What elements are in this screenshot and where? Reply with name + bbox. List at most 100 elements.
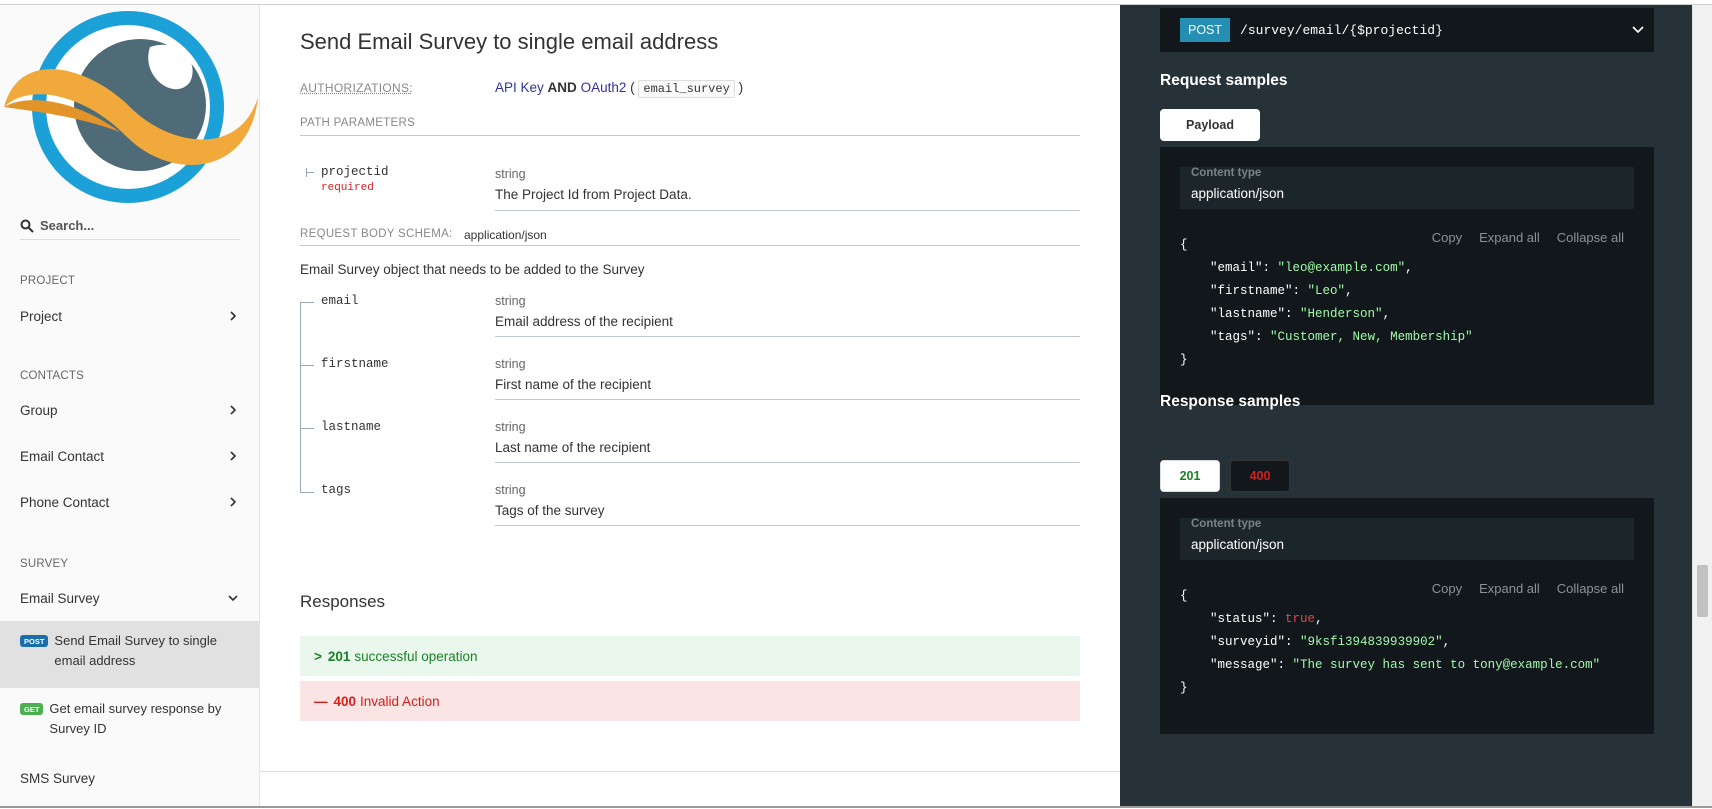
search-icon	[20, 219, 34, 233]
tab-response-201[interactable]: 201	[1160, 460, 1220, 492]
content-type-box[interactable]: Content type application/json	[1180, 518, 1634, 560]
json-key: "surveyid"	[1210, 635, 1286, 649]
sidebar-item-label: Group	[20, 402, 58, 418]
param-name-tags: tags	[321, 483, 352, 497]
endpoint-bar[interactable]: POST /survey/email/{$projectid}	[1160, 8, 1654, 52]
sidebar-item-email-survey[interactable]: Email Survey	[20, 588, 238, 608]
chevron-right-icon: >	[314, 648, 322, 664]
tree-line	[300, 492, 314, 493]
param-description: The Project Id from Project Data.	[495, 187, 692, 202]
response-code: 400	[333, 693, 357, 709]
page-title: Send Email Survey to single email addres…	[300, 29, 719, 54]
request-sample: Content type application/json Copy Expan…	[1160, 147, 1654, 405]
tree-line	[300, 365, 314, 366]
param-type: string	[495, 167, 526, 181]
divider	[495, 525, 1080, 526]
sidebar-item-sms-survey[interactable]: SMS Survey	[20, 768, 238, 788]
chevron-right-icon	[230, 405, 237, 415]
sidebar-item-phone-contact[interactable]: Phone Contact	[20, 492, 238, 512]
param-type: string	[495, 420, 526, 434]
search-box[interactable]	[20, 212, 240, 240]
json-key: "email"	[1210, 261, 1263, 275]
chevron-down-icon	[228, 595, 238, 602]
expand-all-button[interactable]: Expand all	[1479, 230, 1540, 245]
body-description: Email Survey object that needs to be add…	[300, 262, 645, 277]
scrollbar-thumb[interactable]	[1697, 565, 1708, 617]
content-type-value: application/json	[1191, 186, 1285, 201]
tab-payload[interactable]: Payload	[1160, 109, 1260, 141]
scrollbar[interactable]	[1692, 5, 1712, 806]
get-badge: GET	[20, 703, 44, 715]
chevron-down-icon	[1632, 26, 1644, 34]
section-title-project: PROJECT	[20, 275, 76, 287]
param-name-lastname: lastname	[321, 420, 382, 434]
json-brace: {	[1180, 589, 1188, 603]
response-text: Invalid Action	[360, 693, 440, 709]
sidebar-item-label: Phone Contact	[20, 494, 110, 510]
tree-line	[300, 302, 314, 303]
response-sample: Content type application/json Copy Expan…	[1160, 498, 1654, 734]
search-input[interactable]	[40, 218, 230, 233]
divider	[495, 399, 1080, 400]
json-brace: }	[1180, 353, 1188, 367]
oauth2-link[interactable]: OAuth2	[581, 80, 627, 95]
divider	[495, 336, 1080, 337]
tree-line	[300, 303, 301, 493]
divider	[495, 462, 1080, 463]
path-params-heading: PATH PARAMETERS	[300, 117, 416, 129]
paren-close: )	[738, 80, 744, 95]
json-value: "9ksfi394839939902"	[1300, 635, 1443, 649]
divider	[300, 135, 1080, 136]
tab-response-400[interactable]: 400	[1230, 460, 1290, 492]
json-value: true	[1285, 612, 1316, 626]
json-key: "firstname"	[1210, 284, 1293, 298]
collapse-all-button[interactable]: Collapse all	[1557, 230, 1624, 245]
sidebar-op-label: Send Email Survey to single email addres…	[54, 633, 218, 668]
sidebar-item-label: Email Survey	[20, 590, 100, 606]
section-title-contacts: CONTACTS	[20, 370, 84, 382]
chevron-right-icon	[230, 451, 237, 461]
param-description: First name of the recipient	[495, 377, 652, 392]
json-value: "Henderson"	[1300, 307, 1383, 321]
content-type-value: application/json	[1191, 537, 1285, 552]
content-type-label: Content type	[1191, 518, 1262, 530]
request-samples-title: Request samples	[1160, 72, 1288, 89]
sidebar-item-email-contact[interactable]: Email Contact	[20, 446, 238, 466]
response-201[interactable]: > 201 successful operation	[300, 636, 1080, 676]
endpoint-path: /survey/email/{$projectid}	[1240, 22, 1443, 38]
param-name-email: email	[321, 294, 359, 308]
request-body-heading: REQUEST BODY SCHEMA:	[300, 228, 453, 240]
param-type: string	[495, 357, 526, 371]
param-name-projectid: projectid	[321, 165, 389, 179]
chevron-right-icon	[230, 497, 237, 507]
sidebar: PROJECT Project CONTACTS Group Email Con…	[0, 5, 260, 806]
api-key-link[interactable]: API Key	[495, 80, 544, 95]
response-samples-title: Response samples	[1160, 393, 1301, 410]
sidebar-op-label: Get email survey response by Survey ID	[49, 701, 222, 736]
response-400[interactable]: — 400 Invalid Action	[300, 681, 1080, 721]
sidebar-item-group[interactable]: Group	[20, 400, 238, 420]
sidebar-item-project[interactable]: Project	[20, 306, 238, 326]
json-brace: {	[1180, 238, 1188, 252]
response-json: { "status": true, "surveyid": "9ksfi3948…	[1180, 589, 1601, 695]
json-value: "Customer, New, Membership"	[1270, 330, 1473, 344]
tree-line	[300, 428, 314, 429]
sidebar-op-send-email-survey[interactable]: POST Send Email Survey to single email a…	[0, 621, 259, 688]
divider	[300, 245, 1080, 246]
json-value: "leo@example.com"	[1277, 261, 1406, 275]
request-body-type: application/json	[464, 228, 547, 242]
sidebar-op-get-email-survey[interactable]: GET Get email survey response by Survey …	[0, 689, 259, 755]
param-required: required	[321, 182, 374, 194]
response-code: 201	[327, 648, 351, 664]
param-description: Email address of the recipient	[495, 314, 673, 329]
collapse-icon: —	[314, 693, 328, 709]
tree-line	[306, 172, 314, 173]
oauth-scope: email_survey	[638, 80, 735, 98]
param-description: Last name of the recipient	[495, 440, 651, 455]
param-type: string	[495, 294, 526, 308]
param-type: string	[495, 483, 526, 497]
sidebar-item-label: SMS Survey	[20, 770, 96, 786]
content-type-box[interactable]: Content type application/json	[1180, 167, 1634, 209]
json-brace: }	[1180, 681, 1188, 695]
auth-and: AND	[547, 80, 577, 95]
